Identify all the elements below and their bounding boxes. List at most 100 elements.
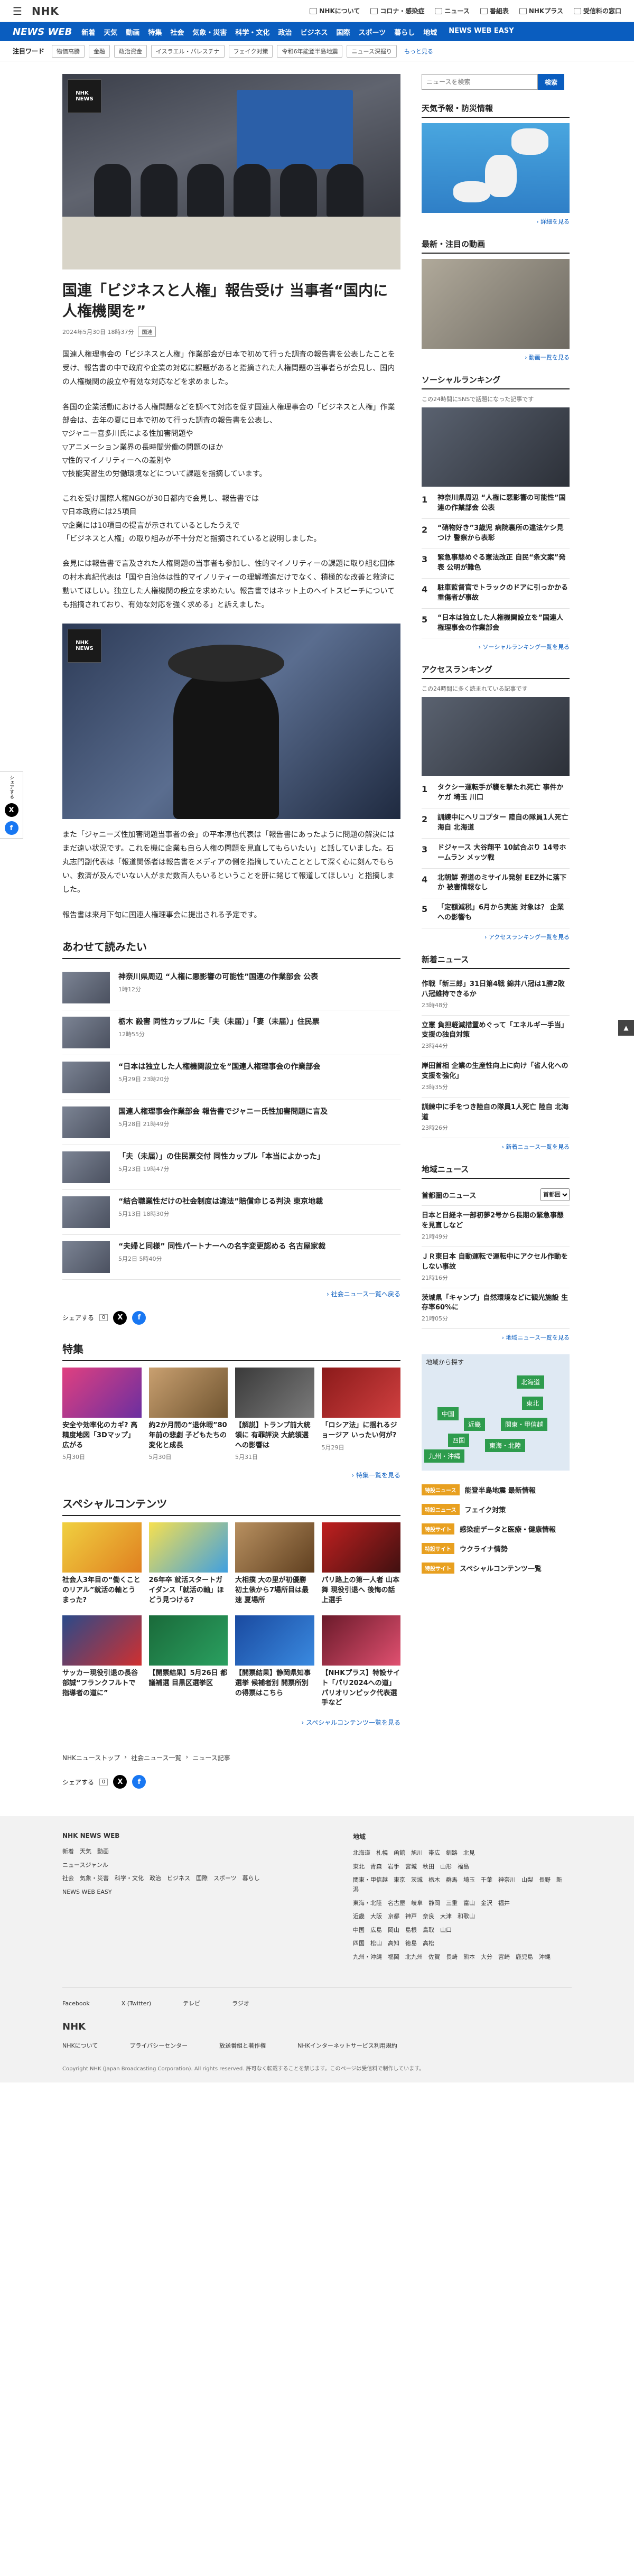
nav-video[interactable]: 動画 — [126, 27, 139, 37]
nav-society[interactable]: 社会 — [170, 27, 184, 37]
feature-card[interactable]: 「ロシア法」に揺れるジョージア いったい何が? 5月29日 — [321, 1367, 400, 1462]
related-item[interactable]: 国連人権理事会作業部会 報告書でジャニー氏性加害問題に言及 5月28日 21時49… — [62, 1100, 400, 1145]
nav-disaster[interactable]: 気象・災害 — [192, 27, 227, 37]
access-more-link[interactable]: › アクセスランキング一覧を見る — [422, 933, 570, 941]
nav-politics[interactable]: 政治 — [278, 27, 292, 37]
page-top-button[interactable]: ▲ — [618, 1020, 634, 1036]
nhk-logo[interactable]: NHK — [32, 5, 59, 17]
keyword-item[interactable]: 令和6年能登半島地震 — [277, 44, 343, 58]
nav-weather[interactable]: 天気 — [104, 27, 117, 37]
facebook-share-icon[interactable]: f — [4, 821, 18, 835]
top-link-plus[interactable]: NHKプラス — [519, 6, 563, 15]
related-more-link[interactable]: › 社会ニュース一覧へ戻る — [62, 1289, 400, 1298]
news-item[interactable]: 岸田首相 企業の生産性向上に向け「省人化への支援を強化」 23時35分 — [422, 1056, 570, 1098]
special-card[interactable]: 【開票結果】5月26日 都議補選 目黒区選挙区 — [148, 1615, 228, 1708]
footer-link[interactable]: 社会 気象・災害 科学・文化 政治 ビジネス 国際 スポーツ 暮らし — [62, 1874, 284, 1883]
nav-feature[interactable]: 特集 — [148, 27, 162, 37]
footer-brand[interactable]: NHK NEWS WEB — [62, 1832, 284, 1839]
footer-link[interactable]: 関東・甲信越 東京 茨城 栃木 群馬 埼玉 千葉 神奈川 山梨 長野 新潟 — [353, 1875, 564, 1894]
latest-more-link[interactable]: › 動画一覧を見る — [422, 353, 570, 361]
special-link[interactable]: 特設ニュース 能登半島地震 最新情報 — [422, 1480, 570, 1500]
features-more-link[interactable]: › 特集一覧を見る — [62, 1471, 400, 1480]
region-button[interactable]: 北海道 — [517, 1375, 545, 1389]
nav-region[interactable]: 地域 — [423, 27, 437, 37]
news-item[interactable]: 茨城県「キャンプ」自然環境などに観光施設 生存率60%に 21時05分 — [422, 1288, 570, 1329]
footer-link[interactable]: Facebook — [62, 1998, 90, 2009]
ranking-item[interactable]: 2 訓練中にヘリコプター 陸自の隊員1人死亡 海自 北海道 — [422, 808, 570, 839]
ranking-item[interactable]: 1 神奈川県周辺 “人権に悪影響の可能性”国連の作業部会 公表 — [422, 489, 570, 519]
nav-international[interactable]: 国際 — [336, 27, 350, 37]
nav-science[interactable]: 科学・文化 — [235, 27, 269, 37]
special-card[interactable]: 大相撲 大の里が初優勝 初土俵から7場所目は最速 夏場所 — [235, 1522, 314, 1606]
social-more-link[interactable]: › ソーシャルランキング一覧を見る — [422, 643, 570, 651]
ranking-item[interactable]: 2 “硝物好き”3歳児 病院裏所の違法ケシ見つけ 警察から表彰 — [422, 519, 570, 549]
feature-card[interactable]: 安全や効率化のカギ? 高精度地図「3Dマップ」広がる 5月30日 — [62, 1367, 142, 1462]
facebook-share-icon[interactable]: f — [132, 1775, 146, 1789]
nav-new[interactable]: 新着 — [81, 27, 95, 37]
footer-link[interactable]: 新着 天気 動画 — [62, 1847, 284, 1856]
related-item[interactable]: 神奈川県周辺 “人権に悪影響の可能性”国連の作業部会 公表 1時12分 — [62, 965, 400, 1010]
ranking-item[interactable]: 3 緊急事態めぐる憲法改正 自民“条文案”発表 公明が難色 — [422, 548, 570, 579]
region-button[interactable]: 四国 — [448, 1434, 470, 1447]
keyword-item[interactable]: イスラエル・パレスチナ — [151, 44, 225, 58]
nav-life[interactable]: 暮らし — [394, 27, 415, 37]
facebook-share-icon[interactable]: f — [132, 1310, 146, 1325]
footer-link[interactable]: 北海道 札幌 函館 旭川 帯広 釧路 北見 — [353, 1848, 564, 1858]
footer-link[interactable]: NHKについて — [62, 2041, 98, 2051]
keyword-item[interactable]: 物価高騰 — [52, 44, 85, 58]
special-card[interactable]: 社会人3年目の“働くことのリアル”就活の軸とうまった? — [62, 1522, 142, 1606]
nav-easy[interactable]: NEWS WEB EASY — [449, 27, 514, 37]
x-share-icon[interactable]: X — [113, 1310, 127, 1325]
ranking-item[interactable]: 1 タクシー運転手が襲を撃たれ死亡 事件かケガ 埼玉 川口 — [422, 778, 570, 809]
top-link-schedule[interactable]: 番組表 — [480, 6, 509, 15]
ranking-item[interactable]: 5 “日本は独立した人権機関設立を”国連人権理事会の作業部会 — [422, 609, 570, 639]
footer-link[interactable]: NEWS WEB EASY — [62, 1887, 284, 1897]
weather-map[interactable] — [422, 123, 570, 213]
newest-more-link[interactable]: › 新着ニュース一覧を見る — [422, 1142, 570, 1151]
region-button[interactable]: 中国 — [437, 1407, 459, 1421]
ranking-item[interactable]: 4 駐車監督官でトラックのドアに引っかかる重傷者が事故 — [422, 579, 570, 609]
footer-link[interactable]: 四国 松山 高知 徳島 高松 — [353, 1939, 564, 1948]
breadcrumb-item[interactable]: 社会ニュース一覧 — [131, 1753, 181, 1762]
footer-nhk-logo[interactable]: NHK — [62, 2021, 572, 2032]
top-link-about[interactable]: NHKについて — [310, 6, 360, 15]
special-card[interactable]: 【NHKプラス】特設サイト「パリ2024への道」パリオリンピック代表選手など — [321, 1615, 400, 1708]
top-link-news[interactable]: ニュース — [435, 6, 470, 15]
footer-link[interactable]: テレビ — [183, 1998, 200, 2009]
special-link[interactable]: 特設サイト ウクライナ情勢 — [422, 1539, 570, 1558]
related-item[interactable]: 「夫（未届）」の住民票交付 同性カップル「本当によかった」 5月23日 19時47… — [62, 1145, 400, 1190]
footer-link[interactable]: 九州・沖縄 福岡 北九州 佐賀 長崎 熊本 大分 宮崎 鹿児島 沖縄 — [353, 1952, 564, 1962]
x-share-icon[interactable]: X — [4, 803, 18, 817]
keyword-item[interactable]: フェイク対策 — [228, 44, 273, 58]
related-item[interactable]: “日本は独立した人権機関設立を”国連人権理事会の作業部会 5月29日 23時20分 — [62, 1055, 400, 1100]
article-tag[interactable]: 国連 — [138, 327, 156, 337]
latest-video-thumb[interactable] — [422, 259, 570, 349]
special-link[interactable]: 特設サイト スペシャルコンテンツ一覧 — [422, 1558, 570, 1578]
keyword-item[interactable]: ニュース深掘り — [347, 44, 397, 58]
search-button[interactable]: 検索 — [538, 74, 564, 90]
ranking-item[interactable]: 4 北朝鮮 弾道のミサイル発射 EEZ外に落下か 被害情報なし — [422, 869, 570, 899]
region-button[interactable]: 関東・甲信越 — [501, 1418, 548, 1431]
news-web-logo[interactable]: NEWS WEB — [13, 26, 72, 38]
footer-link[interactable]: X (Twitter) — [122, 1998, 151, 2009]
top-link-corona[interactable]: コロナ・感染症 — [370, 6, 424, 15]
breadcrumb-item[interactable]: NHKニューストップ — [62, 1753, 120, 1762]
feature-card[interactable]: 【解説】トランプ前大統領に 有罪評決 大統領選への影響は 5月31日 — [235, 1367, 314, 1462]
nav-business[interactable]: ビジネス — [300, 27, 328, 37]
related-item[interactable]: “夫婦と同様” 同性パートナーへの名字変更認める 名古屋家裁 5月2日 5時40分 — [62, 1235, 400, 1280]
footer-link[interactable]: 放送番組と著作権 — [219, 2041, 266, 2051]
footer-link[interactable]: ラジオ — [232, 1998, 249, 2009]
footer-link[interactable]: プライバシーセンター — [129, 2041, 188, 2051]
related-item[interactable]: 栃木 殺害 同性カップルに「夫（未届）」「妻（未届）」住民票 12時55分 — [62, 1010, 400, 1055]
special-more-link[interactable]: › スペシャルコンテンツ一覧を見る — [62, 1718, 400, 1727]
footer-link[interactable]: 中国 広島 岡山 島根 鳥取 山口 — [353, 1926, 564, 1935]
news-item[interactable]: 訓練中に手をつき陸自の隊員1人死亡 陸自 北海道 23時26分 — [422, 1098, 570, 1139]
ranking-item[interactable]: 3 ドジャース 大谷翔平 10試合ぶり 14号ホームラン メッツ戦 — [422, 839, 570, 869]
footer-link[interactable]: NHKインターネットサービス利用規約 — [297, 2041, 397, 2051]
feature-card[interactable]: 約2か月間の“退休暇”80年前の悲劇 子どもたちの変化と成長 5月30日 — [148, 1367, 228, 1462]
access-top-thumb[interactable] — [422, 697, 570, 777]
search-input[interactable] — [422, 74, 538, 90]
special-card[interactable]: 【開票結果】静岡県知事選挙 候補者別 開票所別の得票はこちら — [235, 1615, 314, 1708]
nav-sports[interactable]: スポーツ — [358, 27, 386, 37]
keyword-item[interactable]: 政治資金 — [114, 44, 147, 58]
